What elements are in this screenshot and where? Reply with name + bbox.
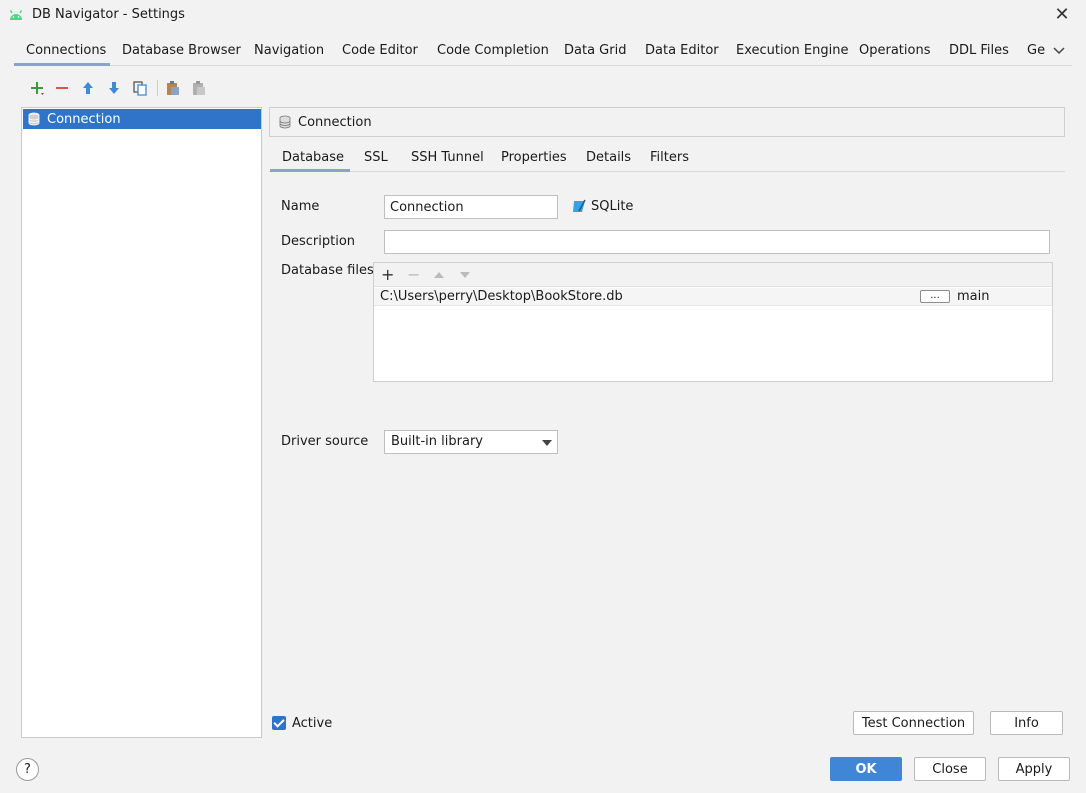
android-icon	[9, 10, 23, 20]
add-icon[interactable]	[27, 78, 47, 98]
database-file-alias[interactable]: main	[957, 289, 989, 304]
description-input[interactable]	[384, 230, 1050, 254]
remove-icon[interactable]: −	[407, 265, 420, 285]
tab-data-grid[interactable]: Data Grid	[564, 43, 626, 58]
tab-ddl-files[interactable]: DDL Files	[949, 43, 1009, 58]
db-type-label: SQLite	[591, 199, 634, 214]
tab-operations[interactable]: Operations	[859, 43, 930, 58]
tab-database[interactable]: Database	[282, 150, 344, 165]
connection-header: Connection	[269, 107, 1065, 137]
browse-button[interactable]: ...	[920, 290, 950, 303]
database-file-path[interactable]: C:\Users\perry\Desktop\BookStore.db	[380, 289, 623, 304]
move-up-icon[interactable]	[78, 78, 98, 98]
database-files-table: + − C:\Users\perry\Desktop\BookStore.db …	[373, 262, 1053, 382]
tab-code-editor[interactable]: Code Editor	[342, 43, 418, 58]
chevron-down-icon[interactable]	[1050, 43, 1068, 61]
chevron-down-icon	[542, 440, 552, 446]
tab-filters[interactable]: Filters	[650, 150, 689, 165]
add-icon[interactable]: +	[381, 265, 394, 285]
database-icon	[279, 115, 291, 129]
tab-navigation[interactable]: Navigation	[254, 43, 324, 58]
driver-source-select[interactable]: Built-in library	[384, 430, 558, 454]
move-down-icon[interactable]	[459, 266, 471, 286]
connection-header-label: Connection	[298, 114, 372, 130]
active-label: Active	[292, 716, 333, 731]
tab-ssl[interactable]: SSL	[364, 150, 388, 165]
name-label: Name	[281, 199, 320, 214]
test-connection-button[interactable]: Test Connection	[853, 711, 974, 735]
move-up-icon[interactable]	[433, 266, 445, 286]
name-input[interactable]	[384, 195, 558, 219]
close-button[interactable]: Close	[914, 757, 986, 781]
tab-connections[interactable]: Connections	[26, 43, 106, 58]
table-row[interactable]: C:\Users\perry\Desktop\BookStore.db ... …	[374, 288, 1052, 306]
info-button[interactable]: Info	[990, 711, 1063, 735]
window-title: DB Navigator - Settings	[32, 7, 185, 22]
description-label: Description	[281, 234, 356, 249]
apply-button[interactable]: Apply	[998, 757, 1070, 781]
driver-source-label: Driver source	[281, 434, 369, 449]
sqlite-icon	[573, 199, 586, 212]
copy-icon[interactable]	[130, 78, 150, 98]
help-button[interactable]: ?	[16, 758, 39, 781]
clipboard-icon[interactable]	[189, 78, 209, 98]
paste-icon[interactable]	[163, 78, 183, 98]
active-tab-indicator	[14, 63, 110, 66]
settings-tabs: Connections Database Browser Navigation …	[14, 38, 1072, 66]
tab-code-completion[interactable]: Code Completion	[437, 43, 549, 58]
connections-list: Connection	[21, 107, 262, 738]
driver-source-value: Built-in library	[391, 434, 483, 449]
tab-properties[interactable]: Properties	[501, 150, 567, 165]
connection-tabs: Database SSL SSH Tunnel Properties Detai…	[269, 144, 1065, 172]
move-down-icon[interactable]	[104, 78, 124, 98]
list-item[interactable]: Connection	[23, 109, 261, 129]
ok-button[interactable]: OK	[830, 757, 902, 781]
close-window-button[interactable]: ✕	[1052, 4, 1072, 26]
db-type: SQLite	[572, 199, 633, 214]
active-tab-indicator	[270, 169, 350, 172]
list-item-label: Connection	[47, 111, 121, 127]
tab-ssh-tunnel[interactable]: SSH Tunnel	[411, 150, 484, 165]
remove-icon[interactable]	[52, 78, 72, 98]
tab-execution-engine[interactable]: Execution Engine	[736, 43, 848, 58]
database-files-label: Database files	[281, 263, 374, 278]
tab-database-browser[interactable]: Database Browser	[122, 43, 241, 58]
database-files-toolbar: + −	[374, 263, 1052, 287]
tab-details[interactable]: Details	[586, 150, 631, 165]
tab-data-editor[interactable]: Data Editor	[645, 43, 719, 58]
title-bar: DB Navigator - Settings ✕	[0, 0, 1086, 32]
active-checkbox[interactable]	[272, 716, 286, 730]
database-icon	[28, 112, 40, 126]
toolbar-separator	[157, 80, 158, 96]
